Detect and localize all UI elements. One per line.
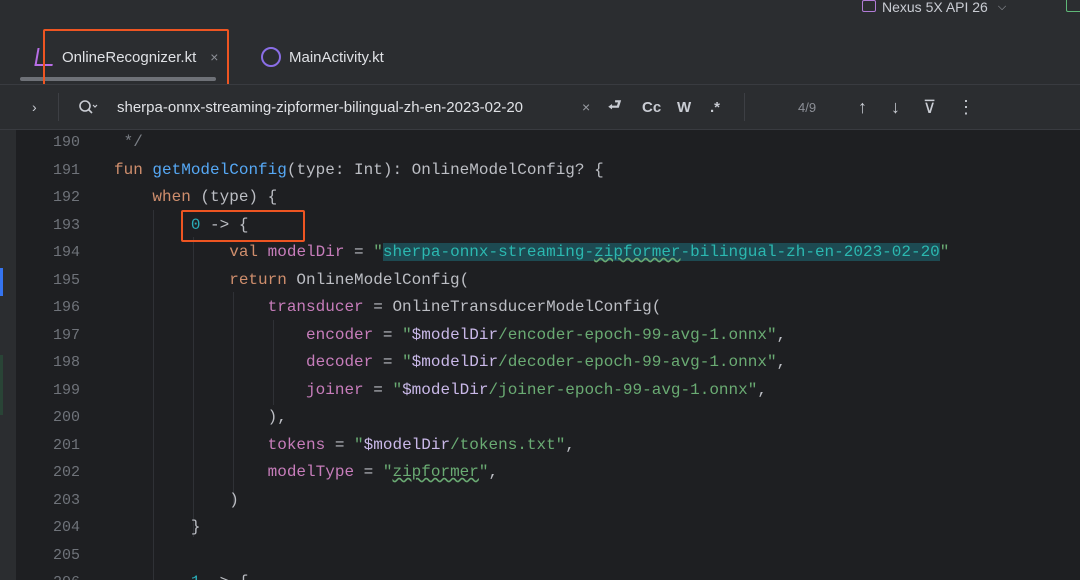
filter-icon[interactable]: ⊽ xyxy=(923,85,936,129)
line-number: 205 xyxy=(52,546,80,564)
device-selector[interactable]: Nexus 5X API 26 ⌵ xyxy=(862,0,1007,15)
tab-label: MainActivity.kt xyxy=(289,48,384,66)
divider xyxy=(58,93,59,121)
line-number: 201 xyxy=(52,436,80,454)
code-line[interactable]: encoder = "$modelDir/encoder-epoch-99-av… xyxy=(114,326,786,344)
line-number: 196 xyxy=(52,299,80,316)
match-case-button[interactable]: Cc xyxy=(642,85,661,129)
line-number: 194 xyxy=(52,244,80,261)
code-line[interactable]: decoder = "$modelDir/decoder-epoch-99-av… xyxy=(114,353,786,371)
more-options-icon[interactable]: ⋮ xyxy=(957,85,975,129)
line-number: 198 xyxy=(52,354,80,371)
device-icon xyxy=(862,0,876,12)
search-icon[interactable] xyxy=(78,85,98,129)
code-line[interactable]: when (type) { xyxy=(114,188,277,206)
line-number: 190 xyxy=(52,134,80,151)
annotation-box-code xyxy=(181,210,305,242)
run-icon[interactable] xyxy=(1066,0,1080,12)
code-line[interactable]: 1 -> { xyxy=(114,573,249,580)
newline-button[interactable]: ⮐ xyxy=(608,85,622,129)
whole-words-button[interactable]: W xyxy=(677,85,691,129)
code-line[interactable]: val modelDir = "sherpa-onnx-streaming-zi… xyxy=(114,243,949,261)
line-number: 202 xyxy=(52,464,80,481)
code-line[interactable]: tokens = "$modelDir/tokens.txt", xyxy=(114,436,575,454)
device-label: Nexus 5X API 26 xyxy=(882,0,988,15)
line-number: 203 xyxy=(52,491,80,509)
divider xyxy=(744,93,745,121)
line-number: 200 xyxy=(52,409,80,426)
kotlin-class-icon xyxy=(261,47,281,67)
line-number: 204 xyxy=(52,519,80,536)
line-number: 195 xyxy=(52,271,80,289)
find-bar: › sherpa-onnx-streaming-zipformer-biling… xyxy=(0,84,1080,130)
line-number: 199 xyxy=(52,381,80,399)
tab-main-activity[interactable]: MainActivity.kt xyxy=(261,30,384,84)
top-toolbar: Nexus 5X API 26 ⌵ xyxy=(0,0,1080,30)
code-line[interactable]: transducer = OnlineTransducerModelConfig… xyxy=(114,298,662,316)
code-editor[interactable]: 190 191 192 193 194 195 196 197 198 199 … xyxy=(0,130,1080,580)
next-match-button[interactable]: ↓ xyxy=(891,85,900,129)
regex-button[interactable]: .* xyxy=(710,85,720,129)
code-line[interactable]: */ xyxy=(114,133,143,151)
code-line[interactable]: ) xyxy=(114,491,239,509)
line-number: 192 xyxy=(52,189,80,206)
code-line[interactable]: joiner = "$modelDir/joiner-epoch-99-avg-… xyxy=(114,381,767,399)
line-number: 197 xyxy=(52,326,80,344)
code-line[interactable]: fun getModelConfig(type: Int): OnlineMod… xyxy=(114,161,604,179)
clear-search-button[interactable]: × xyxy=(582,85,590,129)
previous-match-button[interactable]: ↑ xyxy=(858,85,867,129)
match-count: 4/9 xyxy=(798,99,817,115)
line-number: 193 xyxy=(52,216,80,234)
code-line[interactable]: return OnlineModelConfig( xyxy=(114,271,469,289)
code-line[interactable]: modelType = "zipformer", xyxy=(114,463,498,481)
line-number: 191 xyxy=(52,161,80,179)
code-line[interactable]: } xyxy=(114,518,201,536)
expand-replace-button[interactable]: › xyxy=(32,85,37,129)
search-input[interactable]: sherpa-onnx-streaming-zipformer-bilingua… xyxy=(117,85,523,129)
chevron-down-icon: ⌵ xyxy=(997,0,1007,13)
annotation-box-tab xyxy=(43,29,229,86)
line-number: 206 xyxy=(0,574,80,580)
code-line[interactable]: ), xyxy=(114,408,287,426)
